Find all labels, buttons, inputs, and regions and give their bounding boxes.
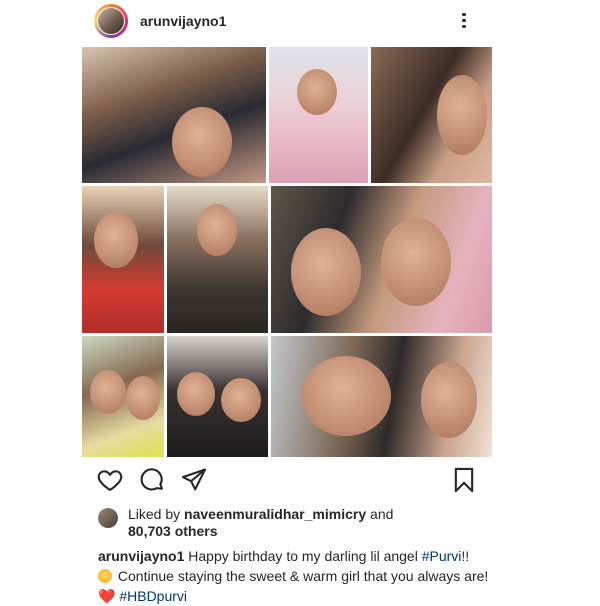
caption-text-1: Happy birthday to my darling lil angel [188, 548, 418, 564]
more-vertical-icon[interactable] [458, 10, 470, 32]
caption-username[interactable]: arunvijayno1 [98, 548, 184, 564]
liked-by-line: Liked by naveenmuralidhar_mimicry and [128, 506, 394, 522]
post-username[interactable]: arunvijayno1 [140, 13, 226, 29]
collage-photo-7 [82, 336, 164, 457]
photo-collage[interactable] [82, 47, 492, 457]
collage-photo-6 [271, 186, 492, 333]
post-caption: arunvijayno1 Happy birthday to my darlin… [98, 546, 493, 606]
bookmark-icon[interactable] [450, 466, 478, 494]
heart-icon[interactable] [96, 466, 124, 494]
post-action-bar [96, 466, 478, 496]
hashtag-purvi[interactable]: #Purvi!! [422, 548, 469, 564]
collage-photo-2 [269, 47, 368, 183]
kissing-face-emoji [98, 569, 112, 583]
comment-icon[interactable] [138, 466, 166, 494]
collage-photo-3 [371, 47, 492, 183]
hashtag-hbdpurvi[interactable]: #HBDpurvi [119, 588, 187, 604]
collage-photo-9 [271, 336, 492, 457]
profile-avatar[interactable] [94, 4, 128, 38]
liker-avatar[interactable] [98, 508, 118, 528]
paper-plane-icon[interactable] [180, 466, 208, 494]
caption-text-2: Continue staying the sweet & warm girl t… [117, 568, 489, 584]
collage-photo-8 [167, 336, 268, 457]
likes-section: Liked by naveenmuralidhar_mimicry and 80… [98, 506, 488, 542]
liked-by-username[interactable]: naveenmuralidhar_mimicry [184, 506, 366, 522]
post-header: arunvijayno1 [94, 4, 494, 40]
likes-count[interactable]: 80,703 others [128, 523, 218, 539]
collage-photo-1 [82, 47, 266, 183]
collage-photo-5 [167, 186, 268, 333]
collage-photo-4 [82, 186, 164, 333]
red-heart-emoji: ❤️ [98, 588, 116, 604]
